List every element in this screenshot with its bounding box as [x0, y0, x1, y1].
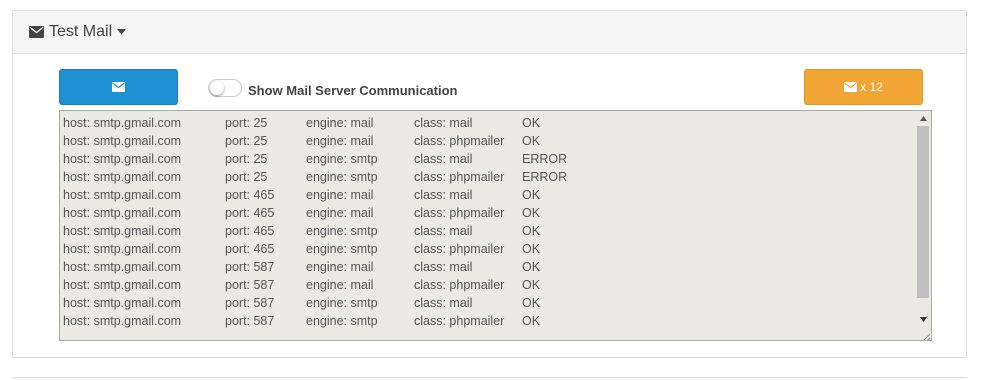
output-class: class: phpmailer — [414, 170, 505, 184]
output-host: host: smtp.gmail.com — [63, 170, 182, 184]
show-communication-toggle[interactable] — [208, 79, 242, 97]
output-engine: engine: smtp — [306, 242, 378, 256]
output-port: port: 25 — [225, 152, 268, 166]
output-engine: engine: mail — [306, 206, 374, 220]
output-port: port: 587 — [225, 278, 275, 292]
output-status: OK — [522, 224, 541, 238]
output-status: OK — [522, 116, 541, 130]
output-status: OK — [522, 296, 541, 310]
output-engine: engine: smtp — [306, 314, 378, 328]
panel-heading: Test Mail — [13, 11, 966, 54]
send-test-mail-button[interactable] — [59, 69, 178, 105]
output-class: class: phpmailer — [414, 242, 505, 256]
output-class: class: mail — [414, 296, 473, 310]
divider — [12, 377, 967, 378]
output-engine: engine: mail — [306, 116, 374, 130]
output-host: host: smtp.gmail.com — [63, 242, 182, 256]
output-class: class: phpmailer — [414, 206, 505, 220]
output-status: ERROR — [522, 170, 568, 184]
output-host: host: smtp.gmail.com — [63, 224, 182, 238]
output-host: host: smtp.gmail.com — [63, 188, 182, 202]
mail-test-output[interactable]: host: smtp.gmail.com port: 25 engine: mail… — [59, 110, 932, 341]
send-all-count: x 12 — [860, 80, 883, 94]
envelope-icon — [29, 26, 44, 38]
output-port: port: 465 — [225, 242, 275, 256]
output-port: port: 587 — [225, 260, 275, 274]
output-host: host: smtp.gmail.com — [63, 116, 182, 130]
envelope-icon — [844, 82, 858, 92]
caret-down-icon — [117, 29, 127, 35]
panel-title: Test Mail — [49, 23, 113, 40]
output-class: class: mail — [414, 224, 473, 238]
output-status: OK — [522, 314, 541, 328]
output-status: OK — [522, 188, 541, 202]
output-engine: engine: mail — [306, 278, 374, 292]
output-port: port: 587 — [225, 296, 275, 310]
output-port: port: 465 — [225, 224, 275, 238]
send-all-tests-button[interactable]: x 12 — [804, 69, 923, 105]
output-status: OK — [522, 134, 541, 148]
toggle-knob — [210, 81, 224, 95]
output-port: port: 25 — [225, 134, 268, 148]
output-port: port: 587 — [225, 314, 275, 328]
show-communication-label[interactable]: Show Mail Server Communication — [248, 83, 458, 98]
output-status: OK — [522, 242, 541, 256]
output-host: host: smtp.gmail.com — [63, 134, 182, 148]
output-host: host: smtp.gmail.com — [63, 314, 182, 328]
output-status: ERROR — [522, 152, 568, 166]
output-class: class: phpmailer — [414, 314, 505, 328]
output-host: host: smtp.gmail.com — [63, 278, 182, 292]
output-scrollbar[interactable] — [915, 111, 931, 340]
output-host: host: smtp.gmail.com — [63, 206, 182, 220]
output-class: class: mail — [414, 260, 473, 274]
output-status: OK — [522, 206, 541, 220]
output-class: class: phpmailer — [414, 278, 505, 292]
output-class: class: mail — [414, 188, 473, 202]
output-engine: engine: smtp — [306, 170, 378, 184]
output-port: port: 25 — [225, 170, 268, 184]
output-class: class: phpmailer — [414, 134, 505, 148]
output-port: port: 465 — [225, 188, 275, 202]
output-status: OK — [522, 278, 541, 292]
output-engine: engine: smtp — [306, 296, 378, 310]
test-mail-panel: Test Mail Show Mail Server Communication… — [12, 10, 967, 358]
output-class: class: mail — [414, 152, 473, 166]
output-host: host: smtp.gmail.com — [63, 152, 182, 166]
output-engine: engine: mail — [306, 188, 374, 202]
resize-grip-icon[interactable] — [920, 329, 931, 340]
scroll-down-arrow-icon[interactable] — [915, 312, 931, 326]
scroll-up-arrow-icon[interactable] — [915, 111, 931, 125]
scrollbar-thumb[interactable] — [917, 126, 929, 298]
output-host: host: smtp.gmail.com — [63, 296, 182, 310]
output-status: OK — [522, 260, 541, 274]
output-engine: engine: smtp — [306, 224, 378, 238]
output-host: host: smtp.gmail.com — [63, 260, 182, 274]
test-mail-dropdown-toggle[interactable]: Test Mail — [29, 23, 127, 41]
output-port: port: 25 — [225, 116, 268, 130]
envelope-icon — [112, 82, 125, 92]
output-engine: engine: mail — [306, 260, 374, 274]
output-class: class: mail — [414, 116, 473, 130]
output-port: port: 465 — [225, 206, 275, 220]
output-engine: engine: smtp — [306, 152, 378, 166]
output-engine: engine: mail — [306, 134, 374, 148]
